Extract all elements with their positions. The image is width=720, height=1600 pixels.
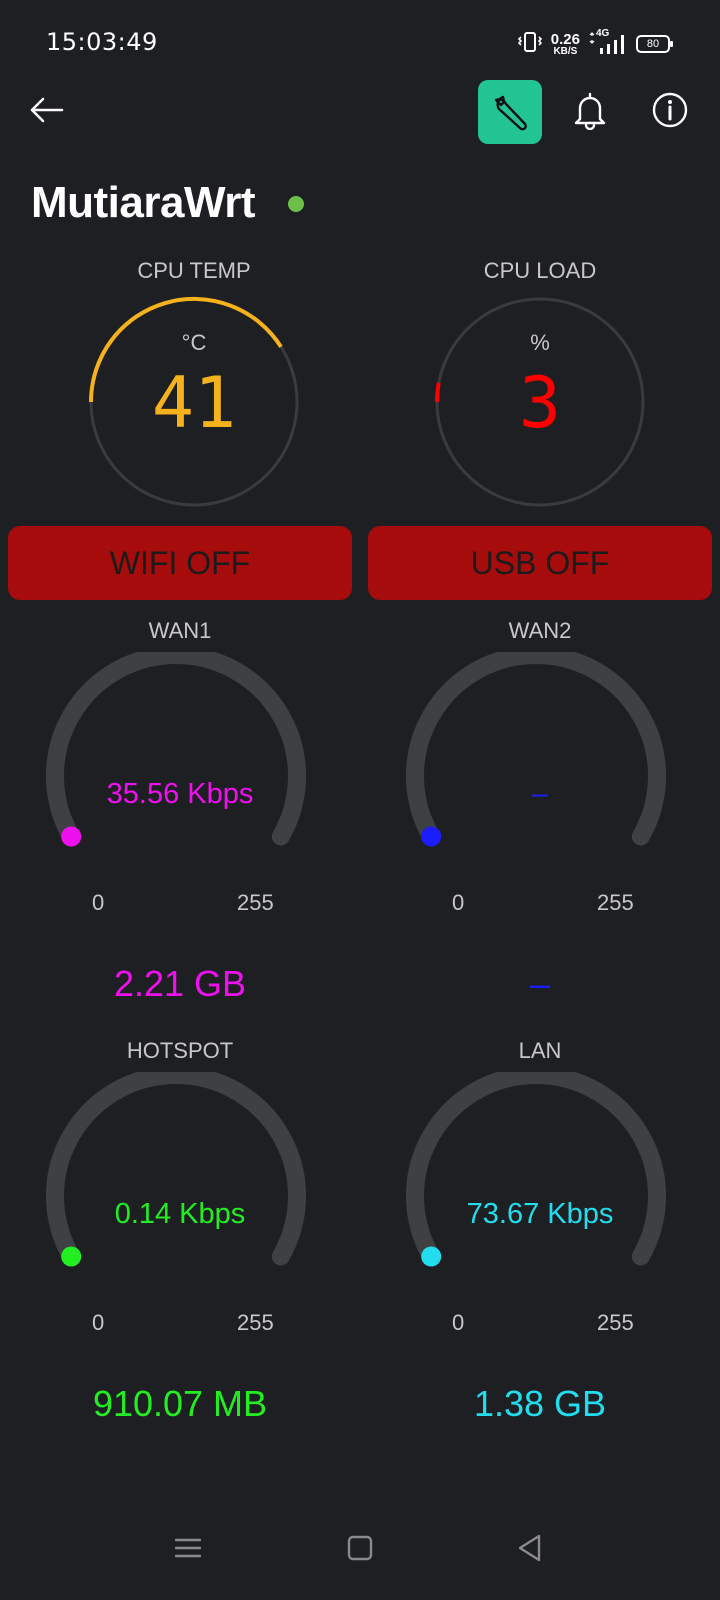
wan1-gauge [46, 652, 306, 847]
info-button[interactable] [650, 90, 690, 130]
lan-gauge-knob [421, 1246, 442, 1267]
back-button[interactable] [28, 90, 68, 130]
cpu-load-label: CPU LOAD [483, 258, 597, 283]
system-nav-bar [0, 1520, 720, 1600]
wan1-label: WAN1 [148, 618, 212, 643]
online-status-dot [288, 196, 304, 212]
cpu-temp-label: CPU TEMP [137, 258, 251, 283]
notifications-button[interactable] [570, 90, 610, 131]
hotspot-label: HOTSPOT [126, 1038, 234, 1063]
net-speed: 0.26 KB/S [550, 30, 580, 57]
info-icon [652, 92, 688, 128]
wan2-gauge-knob [421, 826, 442, 847]
toolbar [0, 78, 720, 144]
lan-speed: 73.67 Kbps [466, 1198, 614, 1230]
status-bar: 15:03:49 0.26 KB/S 4G 80 [0, 0, 720, 84]
wan2-label: WAN2 [508, 618, 572, 643]
wan2-speed: – [531, 778, 549, 810]
cpu-load-unit: % [530, 330, 550, 355]
hotspot-max: 255 [237, 1310, 274, 1335]
battery-icon: 80 [636, 35, 673, 53]
hotspot-min: 0 [92, 1310, 105, 1335]
cpu-load-value: 3 [518, 362, 562, 444]
lan-max: 255 [597, 1310, 634, 1335]
hotspot-gauge [46, 1072, 306, 1267]
wan1-speed: 35.56 Kbps [106, 778, 254, 810]
hotspot-speed: 0.14 Kbps [114, 1198, 246, 1230]
usb-off-button[interactable]: USB OFF [368, 526, 712, 600]
wrench-icon [494, 95, 527, 131]
wan1-min: 0 [92, 890, 105, 915]
wifi-off-button[interactable]: WIFI OFF [8, 526, 352, 600]
status-icons: 0.26 KB/S 4G 80 [517, 28, 673, 59]
wan2-max: 255 [597, 890, 634, 915]
menu-icon[interactable] [172, 1532, 204, 1569]
status-time: 15:03:49 [46, 28, 158, 56]
home-icon[interactable] [344, 1532, 376, 1569]
wan1-max: 255 [237, 890, 274, 915]
lan-gauge [406, 1072, 666, 1267]
vibrate-icon [517, 30, 543, 59]
lan-label: LAN [518, 1038, 562, 1063]
hotspot-gauge-knob [61, 1246, 82, 1267]
hotspot-total: 910.07 MB [92, 1383, 268, 1424]
cpu-load-arc [434, 382, 441, 403]
wan2-gauge [406, 652, 666, 847]
back-arrow-icon [30, 97, 64, 123]
wan2-total: – [529, 963, 551, 1004]
cpu-temp-unit: °C [181, 330, 207, 355]
bell-icon [574, 92, 606, 131]
settings-button[interactable] [478, 80, 542, 144]
device-name: MutiaraWrt [31, 178, 255, 227]
back-icon[interactable] [514, 1532, 546, 1569]
wan1-total: 2.21 GB [113, 963, 247, 1004]
wan1-gauge-knob [61, 826, 82, 847]
wan2-min: 0 [452, 890, 465, 915]
lan-total: 1.38 GB [473, 1383, 607, 1424]
cpu-temp-value: 41 [151, 362, 237, 444]
signal-icon: 4G [588, 28, 628, 56]
lan-min: 0 [452, 1310, 465, 1335]
